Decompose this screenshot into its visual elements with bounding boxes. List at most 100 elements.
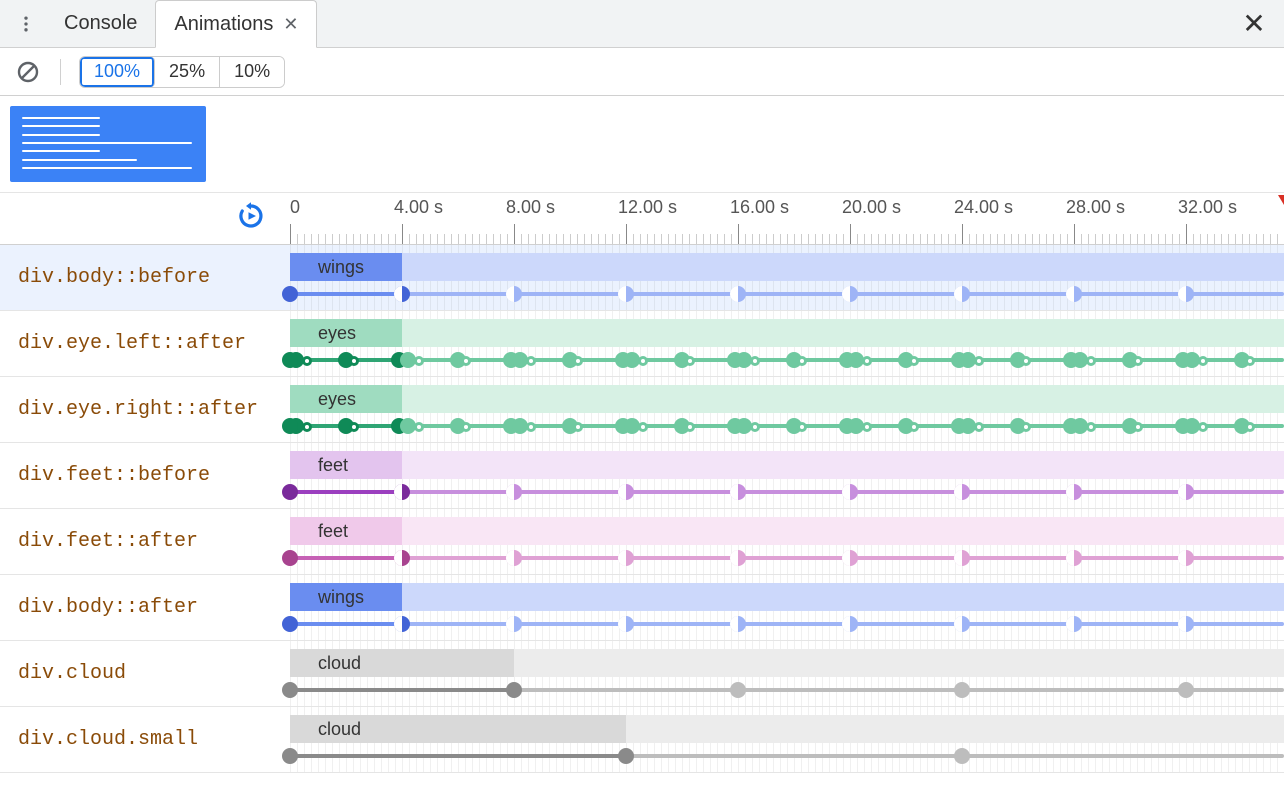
keyframe-dot[interactable] <box>282 286 298 302</box>
keyframe-dot[interactable] <box>974 422 984 432</box>
keyframe-dot[interactable] <box>349 356 359 366</box>
keyframe-dot[interactable] <box>394 550 410 566</box>
track-lane[interactable]: eyes <box>290 377 1284 442</box>
keyframe-dot[interactable] <box>974 356 984 366</box>
keyframe-dot[interactable] <box>1066 286 1082 302</box>
keyframe-dot[interactable] <box>954 484 970 500</box>
keyframe-dot[interactable] <box>797 356 807 366</box>
replay-icon[interactable] <box>236 201 266 236</box>
keyframe-dot[interactable] <box>506 484 522 500</box>
keyframe-dot[interactable] <box>862 356 872 366</box>
keyframe-dot[interactable] <box>282 550 298 566</box>
keyframe-dot[interactable] <box>302 356 312 366</box>
keyframe-dot[interactable] <box>1021 422 1031 432</box>
keyframe-dot[interactable] <box>1178 484 1194 500</box>
keyframe-dot[interactable] <box>730 484 746 500</box>
keyframe-dot[interactable] <box>909 356 919 366</box>
keyframe-dot[interactable] <box>842 286 858 302</box>
keyframe-dot[interactable] <box>1066 484 1082 500</box>
keyframe-dot[interactable] <box>1178 682 1194 698</box>
keyframe-dot[interactable] <box>954 748 970 764</box>
track-row[interactable]: div.feet::afterfeet <box>0 509 1284 575</box>
track-row[interactable]: div.eye.right::aftereyes <box>0 377 1284 443</box>
scrub-marker-icon[interactable] <box>1278 195 1284 205</box>
animation-group-thumbnail[interactable] <box>10 106 206 182</box>
keyframe-dot[interactable] <box>1066 550 1082 566</box>
keyframe-dot[interactable] <box>618 286 634 302</box>
keyframe-dot[interactable] <box>526 356 536 366</box>
keyframe-dot[interactable] <box>1021 356 1031 366</box>
keyframe-dot[interactable] <box>730 616 746 632</box>
keyframe-dot[interactable] <box>618 550 634 566</box>
track-row[interactable]: div.cloud.smallcloud <box>0 707 1284 773</box>
keyframe-dot[interactable] <box>349 422 359 432</box>
keyframe-dot[interactable] <box>394 616 410 632</box>
keyframe-dot[interactable] <box>954 286 970 302</box>
keyframe-dot[interactable] <box>638 356 648 366</box>
timeline-ruler[interactable]: 04.00 s8.00 s12.00 s16.00 s20.00 s24.00 … <box>0 193 1284 245</box>
keyframe-dot[interactable] <box>461 422 471 432</box>
keyframe-dot[interactable] <box>842 484 858 500</box>
keyframe-dot[interactable] <box>862 422 872 432</box>
keyframe-dot[interactable] <box>506 550 522 566</box>
keyframe-dot[interactable] <box>730 682 746 698</box>
keyframe-dot[interactable] <box>1086 422 1096 432</box>
keyframe-dot[interactable] <box>414 422 424 432</box>
track-lane[interactable]: wings <box>290 575 1284 640</box>
speed-25-button[interactable]: 25% <box>155 57 220 87</box>
track-lane[interactable]: feet <box>290 443 1284 508</box>
keyframe-dot[interactable] <box>461 356 471 366</box>
keyframe-dot[interactable] <box>797 422 807 432</box>
keyframe-dot[interactable] <box>1245 356 1255 366</box>
keyframe-dot[interactable] <box>394 484 410 500</box>
keyframe-dot[interactable] <box>954 550 970 566</box>
track-row[interactable]: div.cloudcloud <box>0 641 1284 707</box>
keyframe-dot[interactable] <box>282 484 298 500</box>
keyframe-dot[interactable] <box>638 422 648 432</box>
keyframe-dot[interactable] <box>506 682 522 698</box>
tab-console[interactable]: Console <box>46 0 155 47</box>
keyframe-dot[interactable] <box>730 286 746 302</box>
keyframe-dot[interactable] <box>1086 356 1096 366</box>
keyframe-dot[interactable] <box>1245 422 1255 432</box>
keyframe-dot[interactable] <box>1178 616 1194 632</box>
keyframe-dot[interactable] <box>1133 356 1143 366</box>
keyframe-dot[interactable] <box>282 682 298 698</box>
keyframe-dot[interactable] <box>750 422 760 432</box>
keyframe-dot[interactable] <box>414 356 424 366</box>
tab-animations[interactable]: Animations ✕ <box>155 0 317 48</box>
track-lane[interactable]: cloud <box>290 707 1284 772</box>
keyframe-dot[interactable] <box>842 550 858 566</box>
track-lane[interactable]: cloud <box>290 641 1284 706</box>
keyframe-dot[interactable] <box>954 682 970 698</box>
track-lane[interactable]: eyes <box>290 311 1284 376</box>
keyframe-dot[interactable] <box>750 356 760 366</box>
keyframe-dot[interactable] <box>526 422 536 432</box>
keyframe-dot[interactable] <box>1178 286 1194 302</box>
keyframe-dot[interactable] <box>282 616 298 632</box>
track-row[interactable]: div.body::beforewings <box>0 245 1284 311</box>
keyframe-dot[interactable] <box>909 422 919 432</box>
keyframe-dot[interactable] <box>618 748 634 764</box>
keyframe-dot[interactable] <box>573 422 583 432</box>
keyframe-dot[interactable] <box>685 422 695 432</box>
close-panel-icon[interactable]: ✕ <box>1234 0 1274 47</box>
keyframe-dot[interactable] <box>1066 616 1082 632</box>
keyframe-dot[interactable] <box>506 616 522 632</box>
track-row[interactable]: div.eye.left::aftereyes <box>0 311 1284 377</box>
track-lane[interactable]: wings <box>290 245 1284 310</box>
keyframe-dot[interactable] <box>618 616 634 632</box>
keyframe-dot[interactable] <box>618 484 634 500</box>
keyframe-dot[interactable] <box>282 352 298 368</box>
keyframe-dot[interactable] <box>573 356 583 366</box>
keyframe-dot[interactable] <box>506 286 522 302</box>
keyframe-dot[interactable] <box>1198 422 1208 432</box>
keyframe-dot[interactable] <box>282 748 298 764</box>
speed-10-button[interactable]: 10% <box>220 57 284 87</box>
keyframe-dot[interactable] <box>302 422 312 432</box>
keyframe-dot[interactable] <box>685 356 695 366</box>
keyframe-dot[interactable] <box>954 616 970 632</box>
more-options-icon[interactable] <box>6 0 46 47</box>
keyframe-dot[interactable] <box>394 286 410 302</box>
keyframe-dot[interactable] <box>730 550 746 566</box>
